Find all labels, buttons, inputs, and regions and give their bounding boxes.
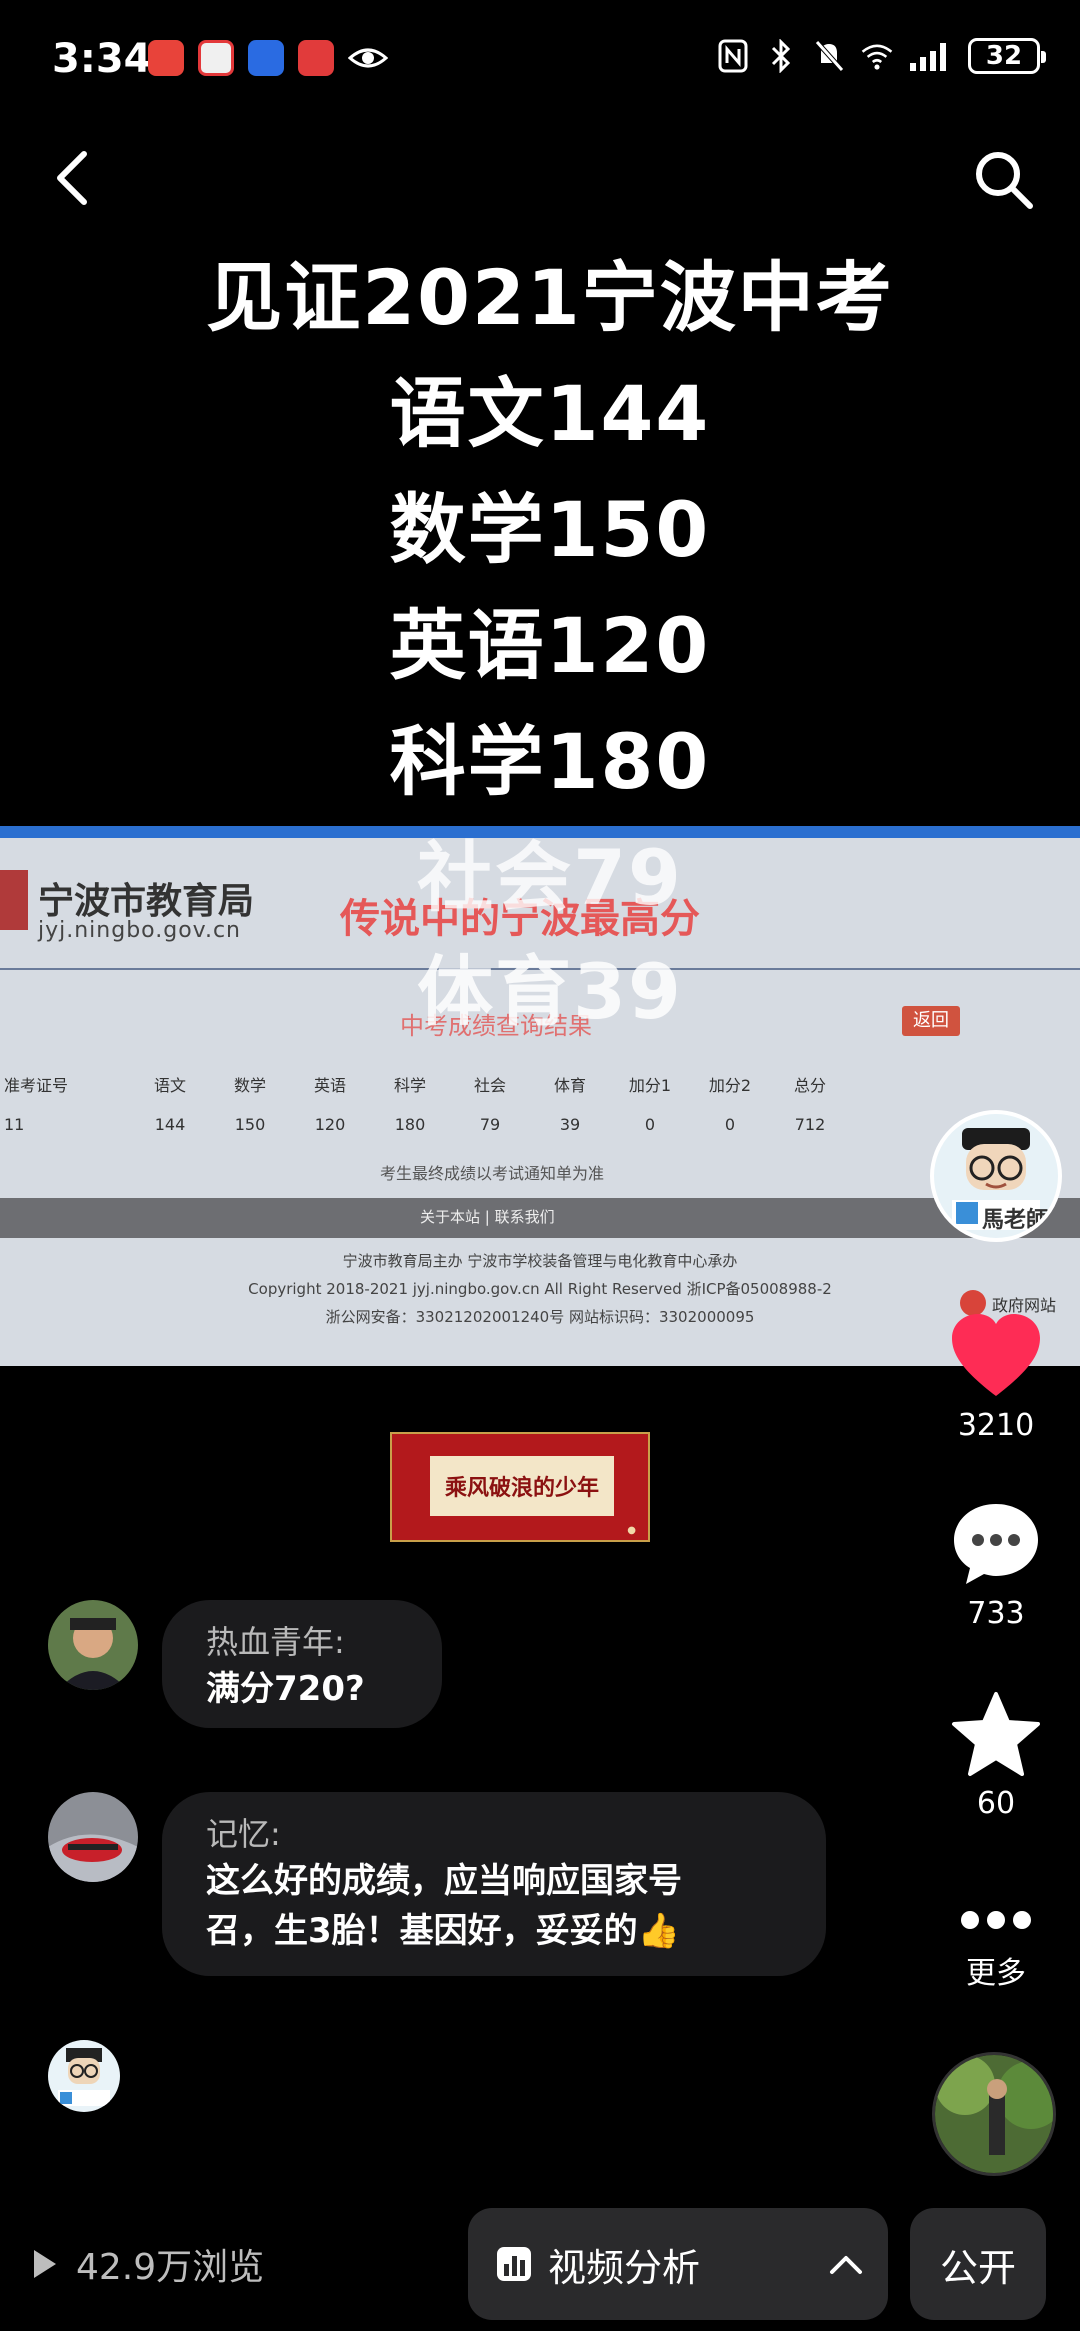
heart-icon: [952, 1314, 1040, 1396]
overlay-line: 语文144: [389, 369, 711, 458]
comment-count: 733: [967, 1596, 1025, 1631]
creator-badge-text: 馬老師: [982, 1208, 1049, 1233]
table-cell: 79: [479, 1114, 501, 1134]
table-cell: 144: [154, 1114, 186, 1134]
overlay-line: 体育39: [417, 947, 683, 1036]
view-count-label: 42.9万浏览: [76, 2247, 265, 2288]
footer-links: 关于本站 | 联系我们: [420, 1208, 555, 1226]
chevron-up-icon: [830, 2256, 862, 2274]
more-dots-icon: [961, 1911, 1031, 1929]
score-table-header: 准考证号 语文 数学 英语 科学 社会 体育 加分1 加分2 总分: [0, 1064, 960, 1104]
table-cell: 0: [724, 1114, 736, 1134]
like-button[interactable]: 3210: [936, 1312, 1056, 1443]
footer-line: 浙公网安备：33021202001240号 网站标识码：3302000095: [325, 1308, 755, 1326]
comment-text-line: 召，生3胎！基因好，妥妥的👍: [206, 1911, 680, 1951]
comment-bubble[interactable]: 热血青年: 满分720?: [162, 1600, 442, 1728]
like-count: 3210: [957, 1408, 1035, 1443]
nfc-icon: [716, 39, 750, 73]
search-icon: [976, 152, 1033, 209]
table-cell: 120: [314, 1114, 346, 1134]
comment-bubble-icon: [954, 1504, 1038, 1584]
table-cell: 39: [559, 1114, 581, 1134]
table-cell: 180: [394, 1114, 426, 1134]
eye-icon: [347, 40, 389, 76]
table-header-cell: 加分2: [708, 1076, 752, 1095]
analytics-icon: [497, 2247, 531, 2281]
wifi-icon: [860, 39, 894, 73]
score-table-row: 11 144 150 120 180 79 39 0 0 712: [0, 1104, 960, 1144]
comment-item[interactable]: [48, 2040, 120, 2112]
comment-text: 满分720?: [206, 1669, 365, 1709]
comment-author: 热血青年:: [206, 1623, 345, 1661]
creator-avatar[interactable]: 馬老師: [930, 1110, 1062, 1242]
star-icon: [952, 1692, 1040, 1776]
more-button[interactable]: 更多: [936, 1900, 1056, 1992]
table-cell: 0: [644, 1114, 656, 1134]
comment-text-line: 这么好的成绩，应当响应国家号: [206, 1861, 682, 1901]
favorite-count: 60: [976, 1786, 1016, 1821]
comment-author: 记忆:: [206, 1815, 281, 1853]
table-header-cell: 语文: [153, 1076, 186, 1095]
missed-call-icon: [148, 40, 184, 76]
overlay-line: 数学150: [389, 485, 711, 574]
table-header-cell: 数学: [233, 1076, 266, 1095]
overlay-headline: 见证2021宁波中考: [206, 253, 894, 342]
shopping-app-icon: [198, 40, 234, 76]
comment-bubble[interactable]: 记忆: 这么好的成绩，应当响应国家号 召，生3胎！基因好，妥妥的👍: [162, 1792, 826, 1976]
overlay-line: 科学180: [389, 717, 711, 806]
avatar[interactable]: [48, 1792, 138, 1882]
favorite-button[interactable]: 60: [936, 1690, 1056, 1821]
footer-line: Copyright 2018-2021 jyj.ningbo.gov.cn Al…: [248, 1280, 832, 1298]
news-app-icon: [298, 40, 334, 76]
play-icon: [34, 2250, 56, 2278]
score-note: 考生最终成绩以考试通知单为准: [380, 1164, 605, 1183]
public-button[interactable]: 公开: [910, 2208, 1046, 2320]
table-header-cell: 科学: [393, 1076, 426, 1095]
search-button[interactable]: [972, 148, 1036, 212]
more-label: 更多: [966, 1956, 1026, 1991]
comment-button[interactable]: 733: [936, 1500, 1056, 1631]
notification-icons: [148, 40, 389, 76]
table-cell: 11: [4, 1114, 25, 1134]
signal-icon: [908, 39, 954, 73]
banner-text: 乘风破浪的少年: [430, 1456, 614, 1516]
comment-item[interactable]: [48, 1600, 138, 1690]
browser-app-icon: [248, 40, 284, 76]
score-table: 准考证号 语文 数学 英语 科学 社会 体育 加分1 加分2 总分 11 144…: [0, 1064, 960, 1144]
comment-item[interactable]: [48, 1792, 138, 1882]
table-header-cell: 社会: [473, 1076, 506, 1095]
table-header-cell: 加分1: [628, 1076, 672, 1095]
public-label: 公开: [939, 2245, 1016, 2290]
battery-indicator: 32: [968, 38, 1046, 74]
video-analysis-label: 视频分析: [548, 2245, 701, 2290]
table-header-cell: 英语: [313, 1076, 346, 1095]
status-bar: 3:34 32: [0, 0, 1080, 120]
music-disc[interactable]: [932, 2052, 1056, 2176]
table-cell: 712: [794, 1114, 826, 1134]
overlay-line: 社会79: [417, 833, 683, 922]
bluetooth-icon: [764, 39, 798, 73]
table-cell: 150: [234, 1114, 266, 1134]
avatar[interactable]: [48, 1600, 138, 1690]
avatar[interactable]: [48, 2040, 120, 2112]
video-banner[interactable]: 乘风破浪的少年 ●: [390, 1432, 650, 1542]
footer-line: 宁波市教育局主办 宁波市学校装备管理与电化教育中心承办: [342, 1252, 738, 1270]
table-header-cell: 准考证号: [4, 1076, 69, 1095]
banner-watermark-icon: ●: [627, 1525, 636, 1536]
overlay-line: 英语120: [389, 601, 711, 690]
view-count: 42.9万浏览: [30, 2238, 264, 2290]
table-header-cell: 体育: [553, 1076, 586, 1095]
back-button[interactable]: [48, 148, 98, 208]
status-time: 3:34: [52, 36, 152, 82]
video-analysis-button[interactable]: 视频分析: [468, 2208, 888, 2320]
table-header-cell: 总分: [793, 1076, 826, 1095]
mute-bell-icon: [812, 39, 846, 73]
chevron-left-icon: [57, 151, 87, 205]
